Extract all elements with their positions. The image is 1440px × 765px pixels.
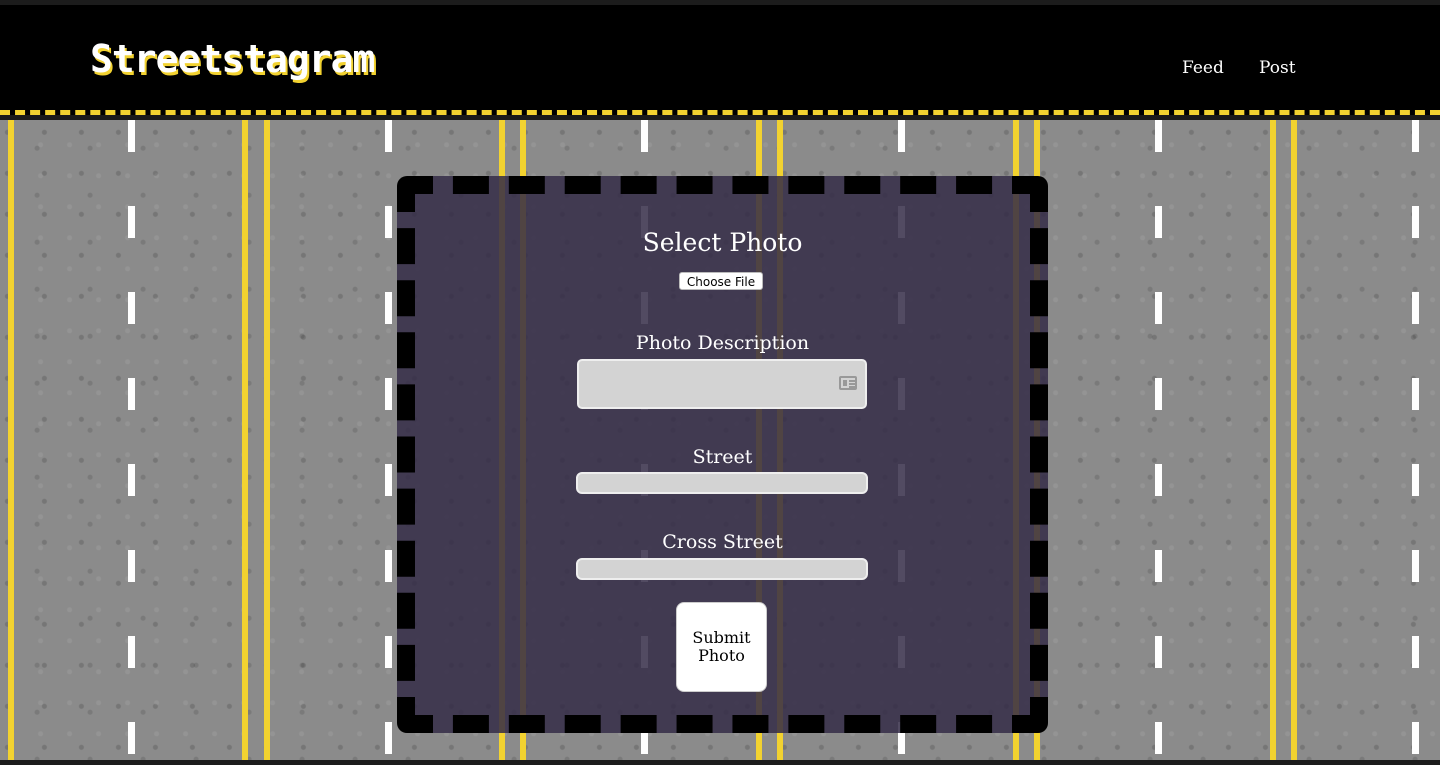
white-dashed-lane-line bbox=[128, 120, 135, 760]
photo-description-input[interactable] bbox=[577, 359, 867, 409]
yellow-lane-line bbox=[242, 120, 248, 760]
photo-description-label: Photo Description bbox=[635, 332, 810, 354]
cross-street-input[interactable] bbox=[576, 558, 868, 580]
yellow-lane-line bbox=[264, 120, 270, 760]
street-input[interactable] bbox=[576, 472, 868, 494]
submit-photo-button[interactable]: Submit Photo bbox=[676, 602, 767, 692]
nav-link-feed[interactable]: Feed bbox=[1182, 58, 1224, 78]
street-label: Street bbox=[692, 446, 753, 468]
site-header: Streetstagram Feed Post bbox=[0, 5, 1440, 115]
white-dashed-lane-line bbox=[1412, 120, 1419, 760]
post-photo-form: Select Photo Choose File Photo Descripti… bbox=[397, 176, 1048, 733]
contact-card-icon[interactable] bbox=[839, 376, 857, 390]
nav-link-post[interactable]: Post bbox=[1259, 58, 1296, 78]
form-title: Select Photo bbox=[642, 228, 803, 257]
white-dashed-lane-line bbox=[1155, 120, 1162, 760]
yellow-lane-line bbox=[8, 120, 14, 760]
yellow-lane-line bbox=[1291, 120, 1297, 760]
cross-street-label: Cross Street bbox=[662, 531, 783, 553]
site-logo[interactable]: Streetstagram bbox=[90, 37, 375, 81]
yellow-lane-line bbox=[1270, 120, 1276, 760]
choose-file-button[interactable]: Choose File bbox=[679, 272, 763, 290]
window-bottom-edge bbox=[0, 760, 1440, 765]
white-dashed-lane-line bbox=[385, 120, 392, 760]
